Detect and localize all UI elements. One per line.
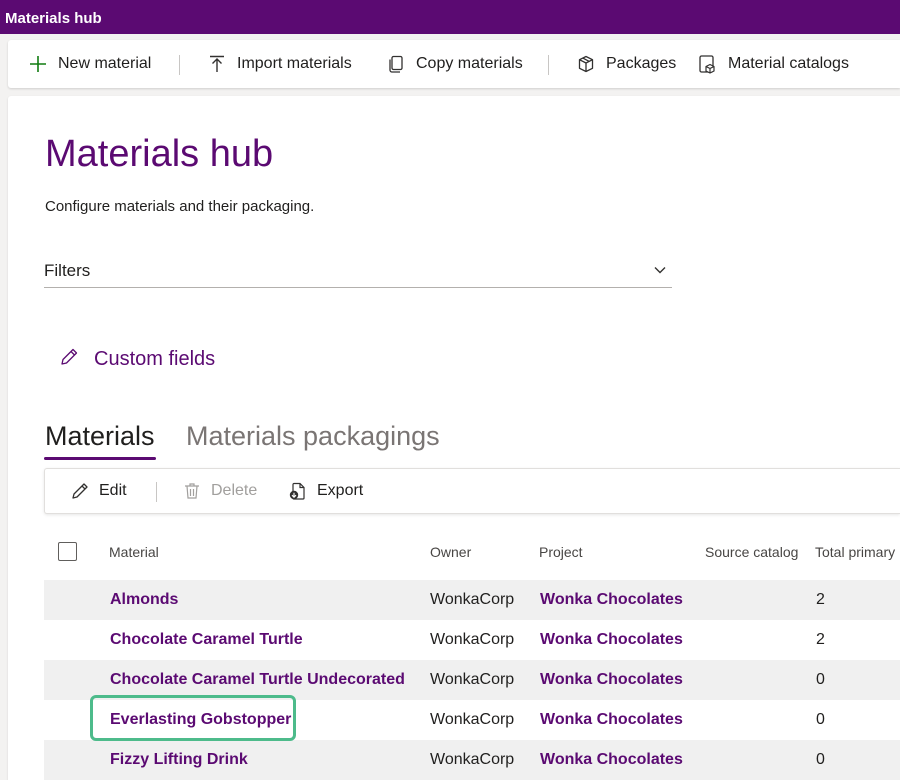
filters-dropdown[interactable]: Filters <box>44 254 672 288</box>
tab-materials-packagings[interactable]: Materials packagings <box>186 418 440 454</box>
column-header-total-primary[interactable]: Total primary <box>815 544 895 560</box>
project-link[interactable]: Wonka Chocolates <box>540 751 683 769</box>
material-link[interactable]: Chocolate Caramel Turtle <box>110 631 303 649</box>
project-link[interactable]: Wonka Chocolates <box>540 631 683 649</box>
material-catalogs-button[interactable]: Material catalogs <box>696 40 849 88</box>
column-header-owner[interactable]: Owner <box>430 544 471 560</box>
pencil-icon <box>58 346 80 373</box>
grid-toolbar: Edit Delete Export <box>44 468 900 514</box>
table-row[interactable]: Everlasting Gobstopper WonkaCorp Wonka C… <box>44 700 900 740</box>
column-header-project[interactable]: Project <box>539 544 583 560</box>
export-icon <box>287 480 309 502</box>
packages-label: Packages <box>606 55 677 72</box>
toolbar-separator <box>156 482 157 502</box>
page-title: Materials hub <box>45 133 274 175</box>
edit-label: Edit <box>99 482 127 499</box>
catalog-icon <box>696 52 720 76</box>
copy-icon <box>384 52 408 76</box>
project-link[interactable]: Wonka Chocolates <box>540 711 683 729</box>
custom-fields-button[interactable]: Custom fields <box>58 344 215 374</box>
total-primary-cell: 0 <box>816 711 825 728</box>
total-primary-cell: 0 <box>816 671 825 688</box>
pencil-icon <box>69 480 91 502</box>
command-bar: New material Import materials Copy mater… <box>8 40 900 88</box>
total-primary-cell: 2 <box>816 591 825 608</box>
material-link[interactable]: Fizzy Lifting Drink <box>110 751 248 769</box>
upload-icon <box>205 52 229 76</box>
material-link[interactable]: Everlasting Gobstopper <box>110 711 291 729</box>
table-header: Material Owner Project Source catalog To… <box>44 528 900 580</box>
delete-label: Delete <box>211 482 258 499</box>
package-icon <box>574 52 598 76</box>
app-title-bar: Materials hub <box>0 0 900 34</box>
total-primary-cell: 0 <box>816 751 825 768</box>
new-material-label: New material <box>58 55 152 72</box>
owner-cell: WonkaCorp <box>430 751 515 768</box>
trash-icon <box>181 480 203 502</box>
copy-materials-button[interactable]: Copy materials <box>384 40 523 88</box>
page-description: Configure materials and their packaging. <box>45 198 315 215</box>
material-catalogs-label: Material catalogs <box>728 55 849 72</box>
owner-cell: WonkaCorp <box>430 711 515 728</box>
import-materials-label: Import materials <box>237 55 352 72</box>
table-row[interactable]: Chocolate Caramel Turtle Undecorated Won… <box>44 660 900 700</box>
new-material-button[interactable]: New material <box>26 40 151 88</box>
material-link[interactable]: Almonds <box>110 591 178 609</box>
delete-button[interactable]: Delete <box>181 469 257 513</box>
column-header-source-catalog[interactable]: Source catalog <box>705 544 798 560</box>
materials-table: Material Owner Project Source catalog To… <box>44 528 900 780</box>
export-label: Export <box>317 482 364 499</box>
command-separator <box>179 55 180 75</box>
tab-materials[interactable]: Materials <box>45 418 155 454</box>
chevron-down-icon <box>652 262 668 283</box>
plus-icon <box>26 52 50 76</box>
select-all-checkbox[interactable] <box>58 542 77 561</box>
packages-button[interactable]: Packages <box>574 40 676 88</box>
column-header-material[interactable]: Material <box>109 544 159 560</box>
table-row[interactable]: Chocolate Caramel Turtle WonkaCorp Wonka… <box>44 620 900 660</box>
export-button[interactable]: Export <box>287 469 363 513</box>
table-row[interactable]: Fizzy Lifting Drink WonkaCorp Wonka Choc… <box>44 740 900 780</box>
total-primary-cell: 2 <box>816 631 825 648</box>
project-link[interactable]: Wonka Chocolates <box>540 591 683 609</box>
custom-fields-label: Custom fields <box>94 347 216 370</box>
owner-cell: WonkaCorp <box>430 591 515 608</box>
project-link[interactable]: Wonka Chocolates <box>540 671 683 689</box>
owner-cell: WonkaCorp <box>430 671 515 688</box>
edit-button[interactable]: Edit <box>69 469 127 513</box>
active-tab-indicator <box>44 457 156 460</box>
import-materials-button[interactable]: Import materials <box>205 40 352 88</box>
app-title: Materials hub <box>5 10 102 27</box>
main-panel: Materials hub Configure materials and th… <box>8 96 900 780</box>
copy-materials-label: Copy materials <box>416 55 523 72</box>
owner-cell: WonkaCorp <box>430 631 515 648</box>
filters-label: Filters <box>44 261 91 280</box>
table-row[interactable]: Almonds WonkaCorp Wonka Chocolates 2 <box>44 580 900 620</box>
command-separator <box>548 55 549 75</box>
material-link[interactable]: Chocolate Caramel Turtle Undecorated <box>110 671 405 689</box>
